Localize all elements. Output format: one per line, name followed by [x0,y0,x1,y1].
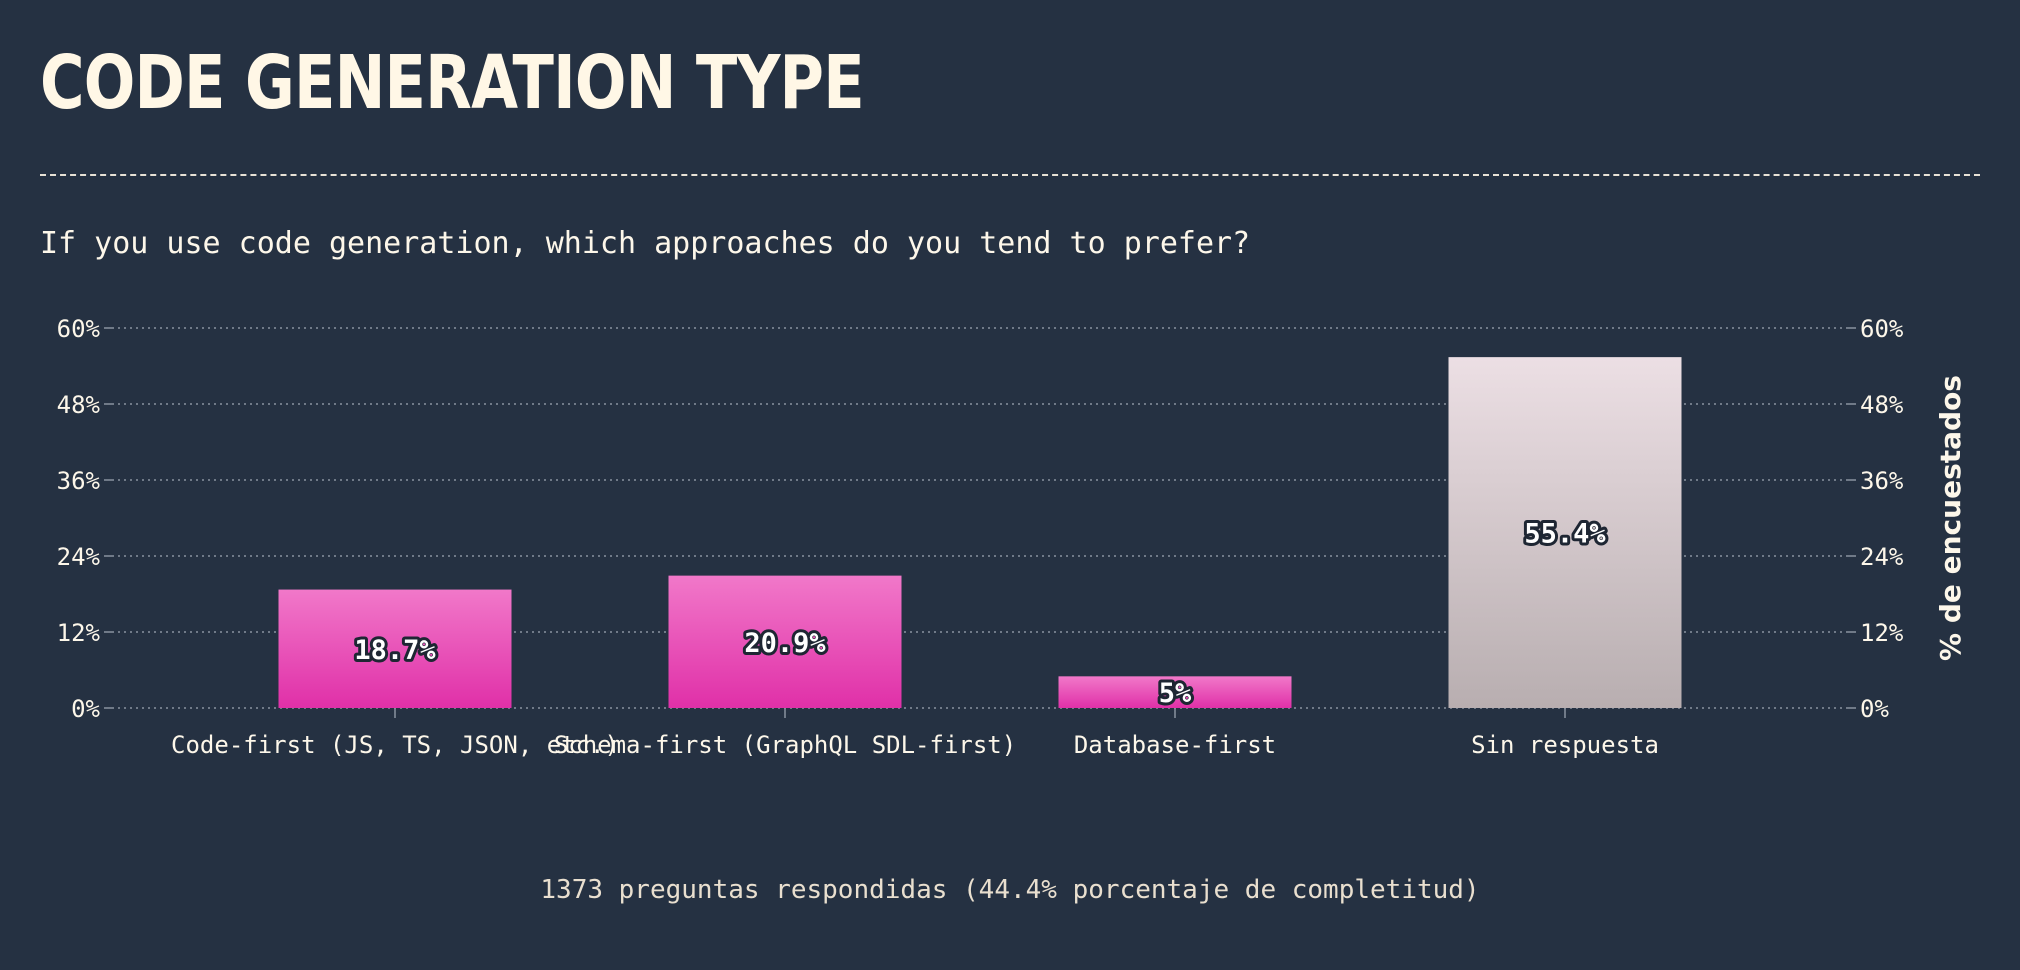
y-axis-label: % de encuestados [1934,375,1967,661]
y-tick-label-right: 12% [1860,619,1904,647]
x-tick-label: Sin respuesta [1471,731,1659,759]
bar-value-label: 5% [1159,678,1192,709]
x-axis: Code-first (JS, TS, JSON, etc.)Schema-fi… [171,708,1659,759]
y-tick-label-left: 24% [57,543,101,571]
y-tick-label-left: 36% [57,467,101,495]
y-axis-left: 0% 12% 24% 36% 48% 60% [57,315,112,723]
bar-value-label: 18.7% [354,635,436,666]
x-tick-label: Schema-first (GraphQL SDL-first) [554,731,1016,759]
y-tick-label-left: 48% [57,391,101,419]
y-tick-label-left: 60% [57,315,101,343]
y-axis-right: 0% 12% 24% 36% 48% 60% [1848,315,1904,723]
bars: 18.7% 20.9% 5% 55.4% [278,357,1682,712]
y-tick-label-right: 0% [1860,695,1889,723]
bar-value-label: 20.9% [744,628,826,659]
bar-value-label: 55.4% [1524,519,1606,550]
y-tick-label-left: 12% [57,619,101,647]
y-tick-label-left: 0% [71,695,100,723]
y-tick-label-right: 48% [1860,391,1904,419]
x-tick-label: Database-first [1074,731,1276,759]
x-tick-label: Code-first (JS, TS, JSON, etc.) [171,731,619,759]
y-tick-label-right: 36% [1860,467,1904,495]
bar-chart: 0% 12% 24% 36% 48% 60% 0% 12% 24% 36% 48% 60% 18.7… [57,315,1967,759]
y-tick-label-right: 60% [1860,315,1904,343]
responses-summary: 1373 preguntas respondidas (44.4% porcen… [540,875,1480,905]
y-tick-label-right: 24% [1860,543,1904,571]
